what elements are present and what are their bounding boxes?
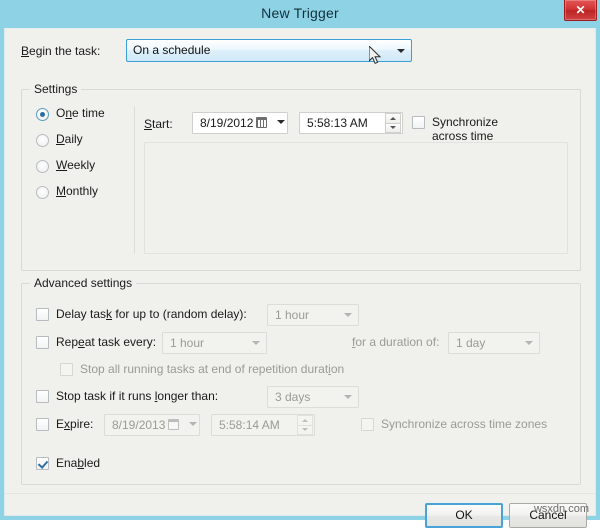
advanced-settings-group: Advanced settings Delay task for up to (… — [21, 276, 581, 485]
begin-task-label: Begin the task: — [21, 44, 101, 58]
calendar-icon[interactable] — [256, 117, 267, 128]
chevron-down-icon[interactable] — [520, 334, 538, 352]
radio-indicator — [36, 160, 49, 173]
chevron-down-icon[interactable] — [391, 41, 410, 60]
radio-one-time-label: One time — [56, 106, 105, 120]
radio-monthly[interactable]: Monthly — [36, 182, 128, 208]
settings-group: Settings One time Daily Weekly Monthly S… — [21, 82, 581, 271]
spinner-down-icon[interactable] — [385, 123, 401, 133]
expire-date-field[interactable]: 8/19/2013 — [104, 414, 200, 436]
delay-task-checkbox[interactable] — [36, 308, 49, 321]
enabled-checkbox[interactable] — [36, 457, 49, 470]
radio-daily-label: Daily — [56, 132, 83, 146]
radio-weekly[interactable]: Weekly — [36, 156, 128, 182]
radio-indicator — [36, 134, 49, 147]
begin-task-value: On a schedule — [133, 43, 211, 57]
stop-task-duration-dropdown[interactable]: 3 days — [267, 386, 359, 408]
enabled-label: Enabled — [56, 456, 101, 470]
chevron-down-icon[interactable] — [339, 306, 357, 324]
radio-weekly-label: Weekly — [56, 158, 96, 172]
spinner-up-icon[interactable] — [385, 113, 401, 123]
radio-indicator — [36, 186, 49, 199]
dialog-client-area: Begin the task: On a schedule Settings O… — [4, 28, 596, 528]
schedule-radio-group: One time Daily Weekly Monthly — [36, 104, 128, 208]
expire-sync-timezones-label: Synchronize across time zones — [381, 417, 548, 431]
footer-divider — [5, 493, 595, 494]
expire-checkbox[interactable] — [36, 418, 49, 431]
start-label: Start: — [144, 117, 173, 131]
stop-all-running-checkbox[interactable] — [60, 363, 73, 376]
repeat-task-row: Repeat task every: 1 hour for a duration… — [36, 332, 566, 356]
stop-task-duration-value: 3 days — [275, 390, 311, 404]
repeat-task-checkbox[interactable] — [36, 336, 49, 349]
watermark: wsxdn.com — [533, 503, 589, 515]
expire-date-value: 8/19/2013 — [112, 418, 166, 432]
spinner-down-icon[interactable] — [297, 425, 313, 435]
settings-divider — [134, 106, 135, 254]
chevron-down-icon[interactable] — [247, 334, 265, 352]
delay-task-row: Delay task for up to (random delay): 1 h… — [36, 304, 566, 328]
repeat-duration-value: 1 day — [456, 336, 486, 350]
stop-all-running-row: Stop all running tasks at end of repetit… — [36, 360, 566, 382]
dialog-title: New Trigger — [261, 5, 339, 21]
title-bar: New Trigger ✕ — [0, 0, 600, 28]
start-date-value: 8/19/2012 — [200, 116, 254, 130]
stop-task-longer-row: Stop task if it runs longer than: 3 days — [36, 386, 566, 410]
repeat-interval-value: 1 hour — [170, 336, 205, 350]
settings-legend: Settings — [30, 82, 82, 96]
advanced-settings-legend: Advanced settings — [30, 276, 137, 290]
expire-time-value: 5:58:14 AM — [219, 418, 280, 432]
radio-indicator — [36, 108, 49, 121]
repeat-duration-label: for a duration of: — [352, 335, 440, 349]
stop-task-longer-checkbox[interactable] — [36, 390, 49, 403]
begin-task-dropdown[interactable]: On a schedule — [126, 39, 412, 62]
schedule-detail-panel — [144, 142, 568, 254]
calendar-icon[interactable] — [168, 419, 179, 430]
radio-monthly-label: Monthly — [56, 184, 99, 198]
delay-duration-dropdown[interactable]: 1 hour — [267, 304, 359, 326]
dialog-window: New Trigger ✕ Begin the task: On a sched… — [0, 0, 600, 528]
chevron-down-icon[interactable] — [339, 388, 357, 406]
repeat-interval-dropdown[interactable]: 1 hour — [162, 332, 267, 354]
spinner-up-icon[interactable] — [297, 415, 313, 425]
start-date-field[interactable]: 8/19/2012 — [192, 112, 288, 134]
start-time-spinner[interactable] — [385, 113, 401, 133]
stop-task-longer-label: Stop task if it runs longer than: — [56, 389, 219, 403]
radio-daily[interactable]: Daily — [36, 130, 128, 156]
enabled-row: Enabled — [36, 454, 566, 476]
start-time-value: 5:58:13 AM — [307, 116, 368, 130]
expire-time-spinner[interactable] — [297, 415, 313, 435]
repeat-duration-dropdown[interactable]: 1 day — [448, 332, 540, 354]
radio-one-time[interactable]: One time — [36, 104, 128, 130]
expire-row: Expire: 8/19/2013 5:58:14 AM Synchronize… — [36, 414, 566, 438]
repeat-task-label: Repeat task every: — [56, 335, 157, 349]
expire-label: Expire: — [56, 417, 94, 431]
delay-task-label: Delay task for up to (random delay): — [56, 307, 247, 321]
ok-button[interactable]: OK — [425, 503, 503, 528]
close-icon[interactable]: ✕ — [564, 0, 597, 21]
begin-task-row: Begin the task: On a schedule — [21, 39, 581, 63]
sync-timezones-checkbox[interactable] — [412, 116, 425, 129]
delay-duration-value: 1 hour — [275, 308, 310, 322]
stop-all-running-label: Stop all running tasks at end of repetit… — [80, 362, 345, 376]
expire-sync-timezones-checkbox[interactable] — [361, 418, 374, 431]
